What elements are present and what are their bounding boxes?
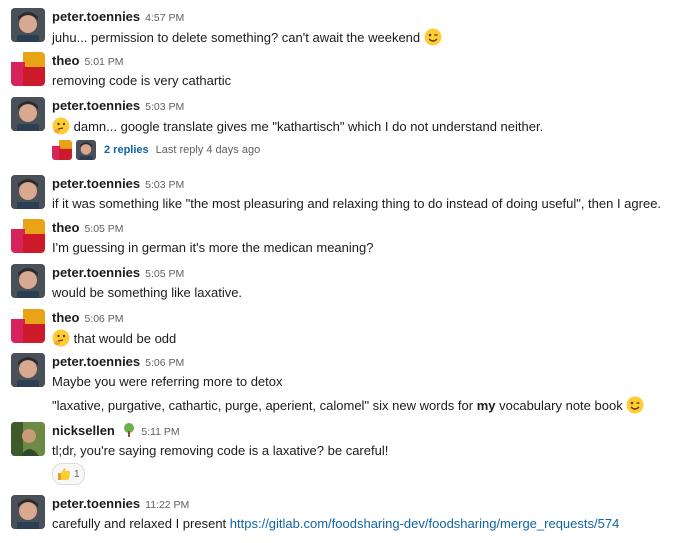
reaction-thumbs-up[interactable]: 1 xyxy=(52,463,85,485)
author-name[interactable]: peter.toennies xyxy=(52,176,140,191)
message-body: would be something like laxative. xyxy=(52,285,243,300)
message-text: juhu... permission to delete something? … xyxy=(52,28,687,47)
reply-avatar-theo xyxy=(52,140,72,160)
avatar-nicksellen[interactable] xyxy=(11,422,45,456)
avatar-peter[interactable] xyxy=(11,264,45,298)
message-text: that would be odd xyxy=(52,329,687,348)
timestamp[interactable]: 5:01 PM xyxy=(84,56,123,68)
message-body: carefully and relaxed I present xyxy=(52,516,230,531)
message-body-part: vocabulary note book xyxy=(495,398,623,413)
winking-face-icon xyxy=(424,28,442,46)
thinking-face-icon xyxy=(52,117,70,135)
reply-avatar-peter xyxy=(76,140,96,160)
avatar-theo[interactable] xyxy=(11,309,45,343)
avatar-theo[interactable] xyxy=(11,219,45,253)
timestamp[interactable]: 5:11 PM xyxy=(141,426,179,438)
thinking-face-icon xyxy=(52,329,70,347)
merge-request-link[interactable]: https://gitlab.com/foodsharing-dev/foods… xyxy=(230,516,620,531)
author-name[interactable]: theo xyxy=(52,220,79,235)
avatar-peter[interactable] xyxy=(11,495,45,529)
avatar-peter[interactable] xyxy=(11,175,45,209)
timestamp[interactable]: 5:03 PM xyxy=(145,179,184,191)
author-name[interactable]: peter.toennies xyxy=(52,354,140,369)
author-name[interactable]: peter.toennies xyxy=(52,496,140,511)
author-name[interactable]: peter.toennies xyxy=(52,9,140,24)
reaction-count: 1 xyxy=(74,468,80,480)
message-body: removing code is very cathartic xyxy=(52,73,232,88)
winking-face-icon xyxy=(626,396,644,414)
tree-icon xyxy=(124,423,135,437)
avatar-peter[interactable] xyxy=(11,353,45,387)
message-body: tl;dr, you're saying removing code is a … xyxy=(52,443,389,458)
bold-word: my xyxy=(476,398,496,413)
timestamp[interactable]: 5:03 PM xyxy=(145,101,184,113)
timestamp[interactable]: 11:22 PM xyxy=(145,499,189,511)
avatar-peter[interactable] xyxy=(11,8,45,42)
message-body: Maybe you were referring more to detox xyxy=(52,374,283,389)
message-body: that would be odd xyxy=(73,331,177,346)
message-body: I'm guessing in german it's more the med… xyxy=(52,240,374,255)
replies-link[interactable]: 2 replies xyxy=(104,144,149,156)
message-body-part: "laxative, purgative, cathartic, purge, … xyxy=(52,398,477,413)
timestamp[interactable]: 5:05 PM xyxy=(84,223,123,235)
timestamp[interactable]: 5:05 PM xyxy=(145,268,184,280)
last-reply-text: Last reply 4 days ago xyxy=(155,144,261,156)
message-text: carefully and relaxed I present https://… xyxy=(52,515,687,533)
message-body: if it was something like "the most pleas… xyxy=(52,196,662,211)
avatar-theo[interactable] xyxy=(11,52,45,86)
message-body: damn... google translate gives me "katha… xyxy=(73,119,544,134)
timestamp[interactable]: 5:06 PM xyxy=(145,357,184,369)
avatar-peter[interactable] xyxy=(11,97,45,131)
author-name[interactable]: nicksellen xyxy=(52,423,115,438)
message-text-2: "laxative, purgative, cathartic, purge, … xyxy=(52,396,687,415)
message-body: juhu... permission to delete something? … xyxy=(52,30,421,45)
thread-replies[interactable]: 2 replies Last reply 4 days ago xyxy=(52,139,260,161)
message-text: damn... google translate gives me "katha… xyxy=(52,117,687,136)
timestamp[interactable]: 4:57 PM xyxy=(145,12,184,24)
thumbs-up-icon xyxy=(58,468,71,480)
timestamp[interactable]: 5:06 PM xyxy=(84,313,123,325)
author-name[interactable]: peter.toennies xyxy=(52,98,140,113)
author-name[interactable]: peter.toennies xyxy=(52,265,140,280)
author-name[interactable]: theo xyxy=(52,53,79,68)
author-name[interactable]: theo xyxy=(52,310,79,325)
